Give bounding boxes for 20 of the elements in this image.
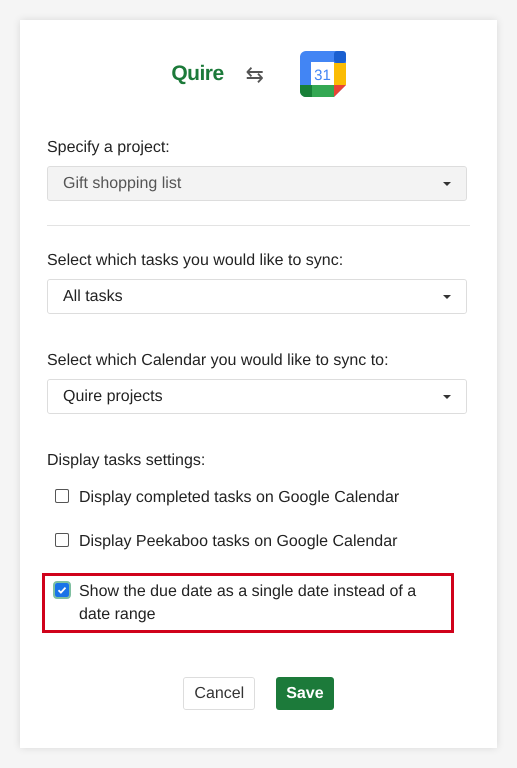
save-button[interactable]: Save: [276, 677, 334, 710]
checkbox[interactable]: [55, 583, 69, 597]
cancel-button[interactable]: Cancel: [183, 677, 256, 710]
checkbox-label: Display Peekaboo tasks on Google Calendar: [79, 532, 398, 552]
field-label: Select which Calendar you would like to sync to:: [47, 351, 390, 371]
caret-icon: [443, 182, 451, 186]
caret-icon: [443, 294, 451, 298]
field-label: Select which tasks you would like to sync:: [47, 251, 344, 271]
select-field[interactable]: Quire projects: [47, 379, 467, 414]
checkbox[interactable]: [55, 489, 69, 503]
checkbox[interactable]: [55, 533, 69, 547]
caret-icon: [443, 394, 451, 398]
field-label: Specify a project:: [47, 138, 171, 158]
calendar-logo: 31: [300, 51, 346, 97]
quire-logo: Quire: [171, 61, 224, 88]
swap-icon: ⇆: [246, 58, 264, 90]
checkbox-label: Show the due date as a single date instead of a date range: [79, 582, 418, 625]
checkbox-label: Display completed tasks on Google Calendar: [79, 488, 400, 508]
select-field[interactable]: All tasks: [47, 279, 467, 314]
settings-label: Display tasks settings:: [47, 451, 206, 471]
